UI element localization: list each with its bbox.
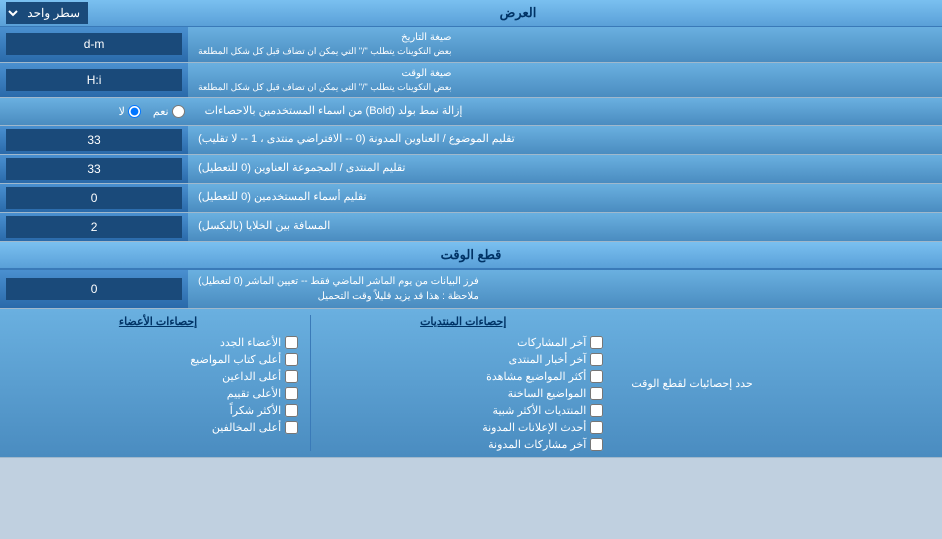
time-cut-header: قطع الوقت xyxy=(0,242,942,270)
checkbox-item[interactable]: آخر مشاركات المدونة xyxy=(323,438,603,451)
checkbox-most-thanked[interactable] xyxy=(285,404,298,417)
bold-remove-radio-wrapper: نعم لا xyxy=(0,98,195,125)
checkbox-top-rated[interactable] xyxy=(285,387,298,400)
checkbox-new-members[interactable] xyxy=(285,336,298,349)
checkbox-top-violators[interactable] xyxy=(285,421,298,434)
checkbox-item[interactable]: أعلى كتاب المواضيع xyxy=(18,353,298,366)
checkboxes-col2: إحصاءات الأعضاء الأعضاء الجدد أعلى كتاب … xyxy=(10,315,306,451)
forum-group-trim-label: تقليم المنتدى / المجموعة العناوين (0 للت… xyxy=(188,155,942,183)
cell-spacing-input-wrapper xyxy=(0,213,188,241)
time-cut-row: فرز البيانات من يوم الماشر الماضي فقط --… xyxy=(0,270,942,309)
checkbox-item[interactable]: المنتديات الأكثر شبية xyxy=(323,404,603,417)
col1-header: إحصاءات المنتديات xyxy=(323,315,603,328)
checkbox-last-blog-posts[interactable] xyxy=(590,438,603,451)
checkbox-top-inviters[interactable] xyxy=(285,370,298,383)
checkboxes-col1: إحصاءات المنتديات آخر المشاركات آخر أخبا… xyxy=(315,315,611,451)
col-divider xyxy=(310,315,311,451)
had-label: حدد إحصائيات لقطع الوقت xyxy=(621,309,942,457)
checkbox-hot-topics[interactable] xyxy=(590,387,603,400)
cell-spacing-input[interactable] xyxy=(6,216,182,238)
forum-topic-trim-label: تقليم الموضوع / العناوين المدونة (0 -- ا… xyxy=(188,126,942,154)
checkbox-most-viewed[interactable] xyxy=(590,370,603,383)
radio-no-label[interactable]: لا xyxy=(119,105,141,118)
display-select[interactable]: سطر واحد سطران ثلاثة أسطر xyxy=(6,2,88,24)
checkbox-item[interactable]: آخر المشاركات xyxy=(323,336,603,349)
forum-group-trim-input-wrapper xyxy=(0,155,188,183)
username-trim-row: تقليم أسماء المستخدمين (0 للتعطيل) xyxy=(0,184,942,213)
time-cut-input[interactable] xyxy=(6,278,182,300)
date-format-input-wrapper xyxy=(0,27,188,62)
checkbox-item[interactable]: أعلى الداعين xyxy=(18,370,298,383)
time-format-input-wrapper xyxy=(0,63,188,98)
cell-spacing-row: المسافة بين الخلايا (بالبكسل) xyxy=(0,213,942,242)
forum-group-trim-input[interactable] xyxy=(6,158,182,180)
bold-remove-row: إزالة نمط بولد (Bold) من اسماء المستخدمي… xyxy=(0,98,942,126)
display-select-wrapper: سطر واحد سطران ثلاثة أسطر xyxy=(0,0,94,26)
time-cut-label: فرز البيانات من يوم الماشر الماضي فقط --… xyxy=(188,270,942,308)
time-cut-input-wrapper xyxy=(0,270,188,308)
radio-yes-label[interactable]: نعم xyxy=(153,105,185,118)
date-format-row: صيغة التاريخ بعض التكوينات يتطلب "/" الت… xyxy=(0,27,942,63)
checkbox-item[interactable]: آخر أخبار المنتدى xyxy=(323,353,603,366)
bold-remove-label: إزالة نمط بولد (Bold) من اسماء المستخدمي… xyxy=(195,98,942,125)
top-header-row: العرض سطر واحد سطران ثلاثة أسطر xyxy=(0,0,942,27)
username-trim-label: تقليم أسماء المستخدمين (0 للتعطيل) xyxy=(188,184,942,212)
time-format-label: صيغة الوقت بعض التكوينات يتطلب "/" التي … xyxy=(188,63,942,98)
checkbox-latest-announcements[interactable] xyxy=(590,421,603,434)
checkbox-item[interactable]: الأكثر شكراً xyxy=(18,404,298,417)
forum-topic-trim-input[interactable] xyxy=(6,129,182,151)
radio-no-text: لا xyxy=(119,105,125,118)
time-format-row: صيغة الوقت بعض التكوينات يتطلب "/" التي … xyxy=(0,63,942,99)
checkboxes-row: حدد إحصائيات لقطع الوقت إحصاءات المنتديا… xyxy=(0,309,942,458)
checkbox-forum-news[interactable] xyxy=(590,353,603,366)
checkbox-item[interactable]: أكثر المواضيع مشاهدة xyxy=(323,370,603,383)
checkbox-last-posts[interactable] xyxy=(590,336,603,349)
forum-group-trim-row: تقليم المنتدى / المجموعة العناوين (0 للت… xyxy=(0,155,942,184)
forum-topic-trim-input-wrapper xyxy=(0,126,188,154)
date-format-input[interactable] xyxy=(6,33,182,55)
checkbox-item[interactable]: المواضيع الساخنة xyxy=(323,387,603,400)
checkbox-most-similar[interactable] xyxy=(590,404,603,417)
radio-no[interactable] xyxy=(128,105,141,118)
main-container: العرض سطر واحد سطران ثلاثة أسطر صيغة الت… xyxy=(0,0,942,458)
checkboxes-container: إحصاءات المنتديات آخر المشاركات آخر أخبا… xyxy=(0,309,621,457)
date-format-label: صيغة التاريخ بعض التكوينات يتطلب "/" الت… xyxy=(188,27,942,62)
checkbox-top-writers[interactable] xyxy=(285,353,298,366)
time-format-input[interactable] xyxy=(6,69,182,91)
checkbox-item[interactable]: الأعلى تقييم xyxy=(18,387,298,400)
forum-topic-trim-row: تقليم الموضوع / العناوين المدونة (0 -- ا… xyxy=(0,126,942,155)
checkbox-item[interactable]: الأعضاء الجدد xyxy=(18,336,298,349)
username-trim-input[interactable] xyxy=(6,187,182,209)
page-title: العرض xyxy=(94,1,942,25)
cell-spacing-label: المسافة بين الخلايا (بالبكسل) xyxy=(188,213,942,241)
col2-header: إحصاءات الأعضاء xyxy=(18,315,298,328)
checkbox-item[interactable]: أعلى المخالفين xyxy=(18,421,298,434)
radio-yes-text: نعم xyxy=(153,105,169,118)
radio-yes[interactable] xyxy=(172,105,185,118)
checkbox-item[interactable]: أحدث الإعلانات المدونة xyxy=(323,421,603,434)
username-trim-input-wrapper xyxy=(0,184,188,212)
